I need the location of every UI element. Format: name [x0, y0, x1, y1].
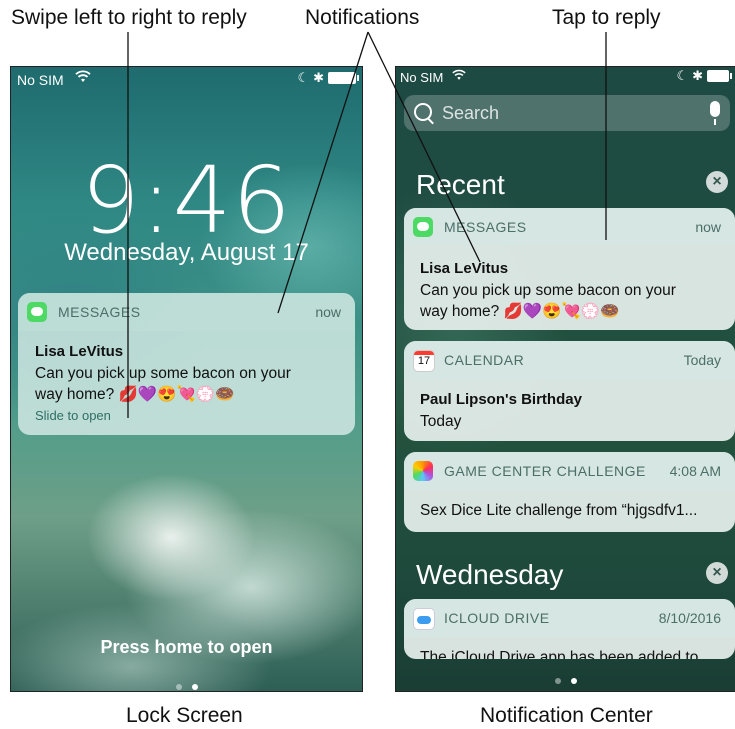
notification-app-name: CALENDAR [444, 352, 525, 368]
notification-time: Today [683, 352, 721, 368]
messages-icon [413, 217, 433, 237]
notification-time: 8/10/2016 [658, 610, 721, 626]
page-dot-active[interactable] [570, 678, 577, 684]
page-dots[interactable] [11, 677, 362, 691]
search-field[interactable]: Search [404, 95, 730, 131]
nc-card-game-center[interactable]: GAME CENTER CHALLENGE 4:08 AM Sex Dice L… [404, 452, 735, 532]
slide-to-open-label[interactable]: Slide to open [35, 408, 111, 423]
notification-header: MESSAGES now [404, 208, 735, 246]
notification-header: 17 CALENDAR Today [404, 341, 735, 379]
clear-recent-button[interactable]: × [706, 171, 728, 193]
notification-sender: Lisa LeVitus [420, 260, 509, 277]
nc-card-icloud-drive[interactable]: ICLOUD DRIVE 8/10/2016 The iCloud Drive … [404, 599, 735, 659]
wifi-icon [452, 69, 466, 84]
press-home-label: Press home to open [100, 637, 273, 657]
section-title-recent: Recent [416, 169, 505, 200]
caption-notification-center: Notification Center [480, 704, 653, 727]
notification-header: MESSAGES now [18, 293, 355, 331]
notification-title: Paul Lipson's Birthday [420, 391, 582, 408]
clear-wednesday-button[interactable]: × [706, 562, 728, 584]
page-dots[interactable] [396, 671, 735, 689]
carrier-label: No SIM [17, 72, 64, 88]
page-dot-active[interactable] [191, 684, 198, 690]
carrier-label: No SIM [400, 70, 444, 85]
bluetooth-icon: ✱ [313, 70, 324, 85]
battery-icon [328, 72, 359, 84]
callout-notifications: Notifications [305, 6, 420, 29]
status-bar: No SIM ☾ ✱ [11, 67, 362, 89]
icloud-drive-icon [413, 608, 435, 630]
notification-app-name: MESSAGES [444, 219, 527, 235]
bluetooth-icon: ✱ [692, 68, 703, 83]
notification-time: now [695, 219, 721, 235]
notification-app-name: GAME CENTER CHALLENGE [444, 463, 646, 479]
moon-icon: ☾ [297, 70, 310, 85]
nc-card-calendar[interactable]: 17 CALENDAR Today Paul Lipson's Birthday… [404, 341, 735, 441]
lock-clock: 9:46 [81, 147, 292, 254]
notification-header: GAME CENTER CHALLENGE 4:08 AM [404, 452, 735, 490]
calendar-icon: 17 [413, 350, 435, 372]
lock-date: Wednesday, August 17 [64, 239, 309, 266]
notification-center: No SIM ☾ ✱ Search Recent × MESSAGES now … [395, 66, 735, 692]
wifi-icon [75, 70, 91, 86]
nc-card-messages[interactable]: MESSAGES now Lisa LeVitus Can you pick u… [404, 208, 735, 330]
caption-lock-screen: Lock Screen [126, 704, 243, 727]
search-icon [414, 103, 432, 121]
notification-body-line1: The iCloud Drive app has been added to [420, 649, 699, 659]
messages-icon [27, 302, 47, 322]
callout-swipe-to-reply: Swipe left to right to reply [11, 6, 247, 29]
moon-icon: ☾ [676, 68, 689, 83]
notification-app-name: MESSAGES [58, 304, 141, 320]
battery-icon [707, 70, 732, 82]
notification-body-line1: Can you pick up some bacon on your [420, 282, 676, 299]
notification-body-line1: Today [420, 413, 462, 430]
microphone-icon[interactable] [710, 101, 720, 125]
status-bar: No SIM ☾ ✱ [396, 67, 735, 89]
section-title-wednesday: Wednesday [416, 559, 564, 590]
game-center-icon [413, 461, 433, 481]
notification-app-name: ICLOUD DRIVE [444, 610, 550, 626]
page-dot[interactable] [554, 678, 561, 684]
notification-sender: Lisa LeVitus [35, 343, 124, 360]
notification-body-line2: way home? 💋💜😍💘💮🍩 [35, 386, 235, 403]
lock-screen: No SIM ☾ ✱ 9:46 Wednesday, August 17 MES… [10, 66, 363, 692]
notification-header: ICLOUD DRIVE 8/10/2016 [404, 599, 735, 637]
notification-body-line1: Sex Dice Lite challenge from “hjgsdfv1..… [420, 502, 698, 519]
notification-time: now [315, 304, 341, 320]
notification-time: 4:08 AM [669, 463, 721, 479]
page-dot[interactable] [175, 684, 182, 690]
notification-body-line2: way home? 💋💜😍💘💮🍩 [420, 303, 620, 320]
search-placeholder: Search [442, 103, 500, 123]
lock-notification-messages[interactable]: MESSAGES now Lisa LeVitus Can you pick u… [18, 293, 355, 435]
callout-tap-to-reply: Tap to reply [552, 6, 661, 29]
notification-body-line1: Can you pick up some bacon on your [35, 365, 291, 382]
